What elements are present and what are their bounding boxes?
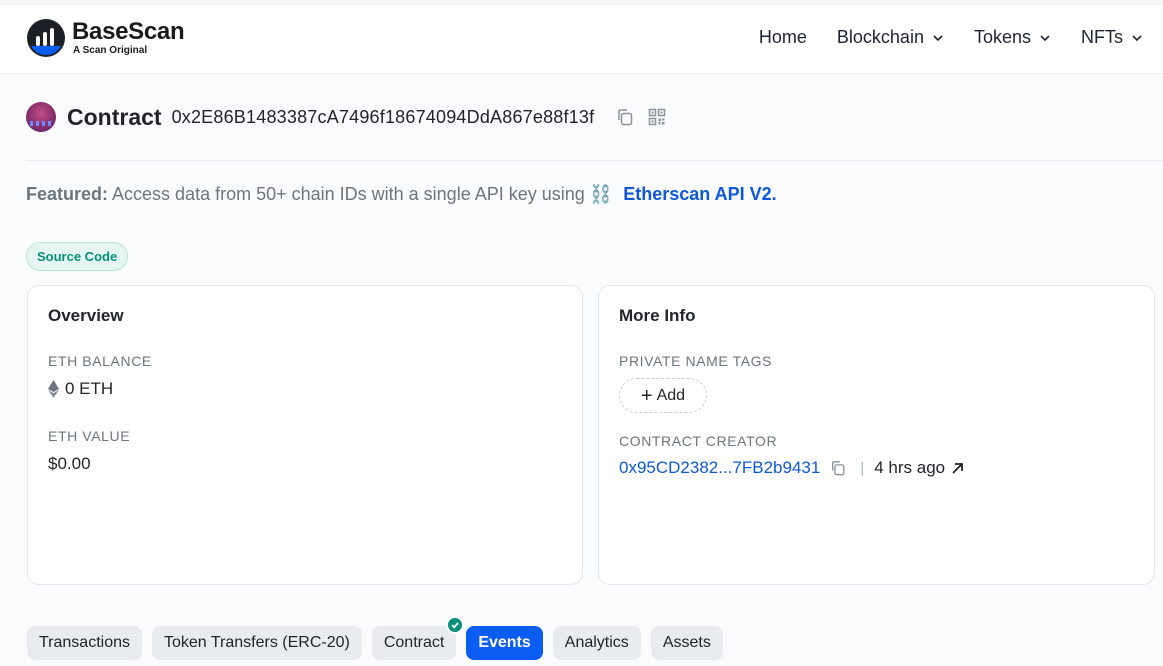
contract-creator-label: CONTRACT CREATOR [619, 433, 778, 449]
nav-item-blockchain[interactable]: Blockchain [837, 27, 944, 48]
chevron-down-icon [1040, 34, 1050, 41]
eth-value-label: ETH VALUE [48, 428, 131, 444]
copy-icon[interactable] [830, 460, 846, 476]
nav-item-label: Blockchain [836, 27, 924, 47]
contract-creator-row: 0x95CD2382...7FB2b9431 | 4 hrs ago [619, 458, 964, 478]
logo-text: BaseScan A Scan Original [72, 18, 185, 57]
page-title: Contract [67, 103, 162, 130]
tab-token-transfers[interactable]: Token Transfers (ERC-20) [152, 626, 362, 660]
eth-value: $0.00 [48, 454, 91, 473]
arrow-up-right-icon[interactable] [951, 462, 964, 475]
contract-header: Contract 0x2E86B1483387cA7496f18674094Dd… [26, 100, 666, 134]
private-name-tags-label: PRIVATE NAME TAGS [619, 353, 773, 369]
tab-analytics[interactable]: Analytics [552, 626, 641, 660]
nav-item-label: Tokens [973, 27, 1031, 47]
nav-item-tokens[interactable]: Tokens [974, 27, 1051, 48]
add-button-label: Add [656, 386, 686, 404]
eth-balance-label: ETH BALANCE [48, 353, 152, 369]
separator: | [860, 459, 865, 477]
nav-item-home[interactable]: Home [759, 27, 807, 48]
overview-card: Overview ETH BALANCE 0 ETH ETH VALUE $0.… [27, 285, 583, 585]
tab-events[interactable]: Events [466, 626, 543, 660]
more-info-title: More Info [619, 306, 696, 325]
creation-time[interactable]: 4 hrs ago [874, 458, 945, 478]
contract-address: 0x2E86B1483387cA7496f18674094DdA867e88f1… [171, 106, 595, 127]
qr-code-icon[interactable] [648, 108, 666, 126]
nav-item-label: Home [758, 27, 807, 47]
chevron-down-icon [933, 34, 943, 41]
basescan-logo[interactable]: BaseScan A Scan Original [26, 18, 185, 58]
chain-link-icon: ⛓️ [589, 184, 613, 204]
etherscan-api-link[interactable]: Etherscan API V2. [623, 184, 776, 204]
add-name-tag-button[interactable]: + Add [619, 378, 707, 413]
contract-tabs: Transactions Token Transfers (ERC-20) Co… [27, 616, 733, 660]
tab-contract[interactable]: Contract [371, 616, 465, 660]
featured-prefix: Featured: [26, 184, 109, 204]
top-header: BaseScan A Scan Original Home Blockchain… [0, 0, 1163, 74]
eth-balance: 0 ETH [48, 379, 113, 399]
header-divider [26, 160, 1163, 161]
nav-item-nfts[interactable]: NFTs [1081, 27, 1143, 48]
chevron-down-icon [1132, 34, 1142, 41]
brand-tagline: A Scan Original [73, 45, 148, 56]
contract-avatar [26, 102, 56, 132]
featured-notice: Featured: Access data from 50+ chain IDs… [26, 184, 777, 205]
brand-name: BaseScan [72, 18, 185, 45]
verified-check-icon [446, 616, 465, 634]
overview-title: Overview [48, 306, 124, 325]
ethereum-icon [48, 380, 59, 398]
tab-assets[interactable]: Assets [650, 626, 723, 660]
plus-icon: + [640, 384, 653, 407]
copy-icon[interactable] [616, 108, 634, 126]
basescan-logo-icon [27, 19, 65, 57]
tab-label: Contract [383, 634, 445, 651]
more-info-card: More Info PRIVATE NAME TAGS + Add CONTRA… [598, 285, 1155, 585]
tab-transactions[interactable]: Transactions [27, 626, 142, 660]
eth-balance-value: 0 ETH [65, 379, 114, 398]
nav-item-label: NFTs [1081, 27, 1123, 47]
creator-address-link[interactable]: 0x95CD2382...7FB2b9431 [619, 458, 820, 478]
featured-text: Access data from 50+ chain IDs with a si… [112, 184, 585, 204]
main-nav: Home Blockchain Tokens NFTs [729, 27, 1143, 48]
source-code-badge[interactable]: Source Code [26, 242, 129, 271]
